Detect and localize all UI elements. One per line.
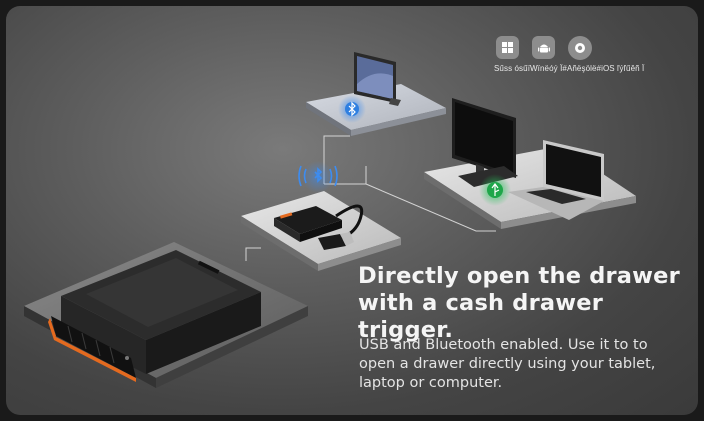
headline-line-1: Directly open the drawer <box>358 263 680 289</box>
description: USB and Bluetooth enabled. Use it to to … <box>359 336 679 393</box>
computer-platform <box>424 98 636 229</box>
bluetooth-badge-tablet <box>338 95 366 123</box>
trigger-platform <box>241 191 401 271</box>
page-title: Directly open the drawer with a cash dra… <box>358 263 688 344</box>
ios-icon <box>568 36 592 60</box>
description-line-3: laptop or computer. <box>359 375 503 391</box>
usb-badge-computer <box>479 174 511 206</box>
android-icon <box>532 36 555 59</box>
description-line-1: USB and Bluetooth enabled. Use it to to <box>359 337 648 353</box>
drawer-platform <box>24 242 308 388</box>
windows-icon <box>496 36 519 59</box>
tablet-platform <box>306 52 446 136</box>
description-line-2: open a drawer directly using your tablet… <box>359 356 656 372</box>
bluetooth-waves-trigger <box>298 161 338 193</box>
os-support-icons <box>496 36 592 60</box>
os-support-caption: Sűss ósűïWïnëóý Ï#Añëşölë#iOS ľýľűěñ Ï <box>494 64 645 73</box>
